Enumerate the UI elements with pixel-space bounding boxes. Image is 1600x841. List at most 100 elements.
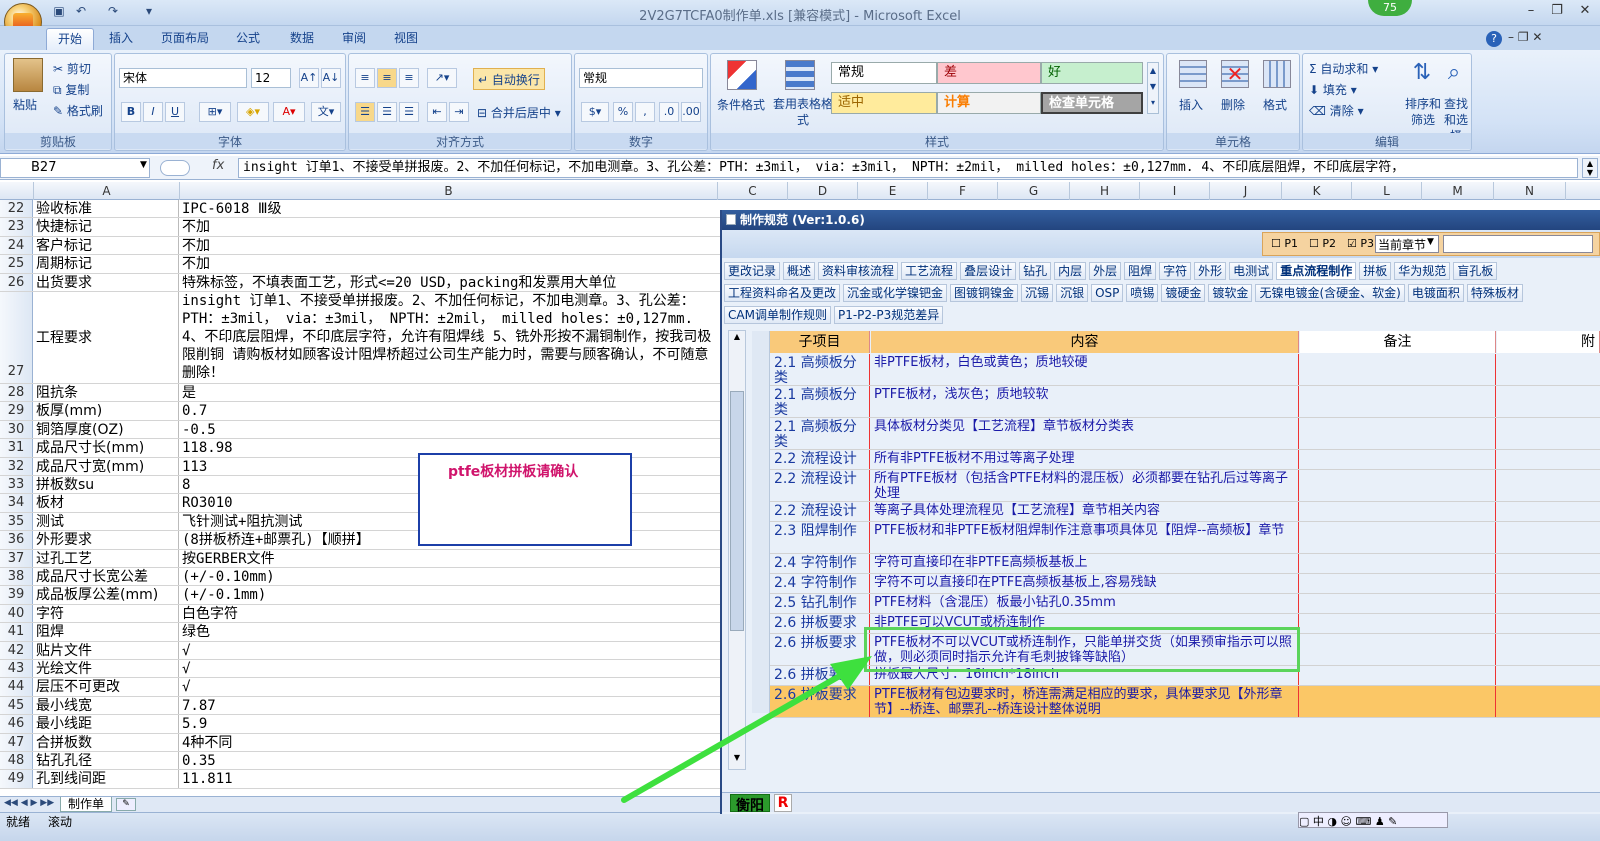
cell-value[interactable]: IPC-6018 Ⅲ级: [180, 200, 718, 217]
panel-tab[interactable]: P1-P2-P3规范差异: [833, 306, 944, 324]
spec-note[interactable]: [1300, 502, 1496, 521]
cell-label[interactable]: 板厚(mm): [34, 402, 179, 420]
column-header[interactable]: I: [1140, 182, 1210, 200]
formula-toggle-icon[interactable]: [160, 160, 190, 176]
cell-label[interactable]: 周期标记: [34, 255, 179, 273]
spec-row[interactable]: 2.4 字符制作 字符可直接印在非PTFE高频板基板上: [770, 554, 1600, 574]
cell-label[interactable]: 板材: [34, 494, 179, 512]
text-box[interactable]: ptfe板材拼板请确认: [418, 453, 632, 546]
font-color-icon[interactable]: A▾: [273, 102, 305, 122]
cell-label[interactable]: 铜箔厚度(OZ): [34, 420, 179, 439]
style-check-cell[interactable]: 检查单元格: [1041, 92, 1143, 114]
cell-label[interactable]: 最小线距: [34, 715, 179, 733]
panel-tab[interactable]: 更改记录: [724, 262, 781, 280]
spec-row[interactable]: 2.3 阻焊制作 PTFE板材和非PTFE板材阻焊制作注意事项具体见【阻焊--高频…: [770, 522, 1600, 554]
panel-tab[interactable]: 沉银: [1056, 284, 1089, 302]
cell-label[interactable]: 合拼板数: [34, 733, 179, 751]
panel-tab[interactable]: 电镀面积: [1407, 284, 1464, 302]
column-header[interactable]: A: [34, 182, 180, 200]
cell-label[interactable]: 成品尺寸长(mm): [34, 439, 179, 457]
align-middle-icon[interactable]: ≡: [377, 68, 397, 88]
save-icon[interactable]: ▣: [50, 4, 68, 22]
align-bottom-icon[interactable]: ≡: [399, 68, 419, 88]
panel-tab[interactable]: 钻孔: [1019, 262, 1052, 280]
sheet-nav-icon[interactable]: ◀◀ ◀ ▶ ▶▶: [4, 798, 54, 808]
spec-row[interactable]: 2.2 流程设计 所有PTFE板材（包括含PTFE材料的混压板）必须都要在钻孔后过…: [770, 470, 1600, 502]
spec-note[interactable]: [1300, 418, 1496, 449]
close-icon[interactable]: ✕: [1574, 3, 1596, 21]
row-number[interactable]: 30: [0, 420, 33, 439]
shrink-font-icon[interactable]: A↓: [321, 68, 341, 88]
style-bad[interactable]: 差: [937, 62, 1041, 84]
style-normal[interactable]: 常规: [831, 62, 937, 84]
panel-tab[interactable]: 特殊板材: [1466, 284, 1523, 302]
formula-expand-icon[interactable]: ▲ ▼: [1582, 158, 1598, 178]
cell-label[interactable]: 阻抗条: [34, 384, 179, 402]
decrease-indent-icon[interactable]: ⇤: [427, 102, 447, 122]
column-header[interactable]: E: [858, 182, 928, 200]
cell-value[interactable]: 绿色: [180, 623, 718, 640]
font-size-select[interactable]: 12: [251, 68, 291, 88]
cell-label[interactable]: 工程要求: [34, 292, 179, 383]
cell-value[interactable]: 0.7: [180, 402, 718, 419]
bold-button[interactable]: B: [121, 102, 141, 122]
font-name-select[interactable]: 宋体: [119, 68, 247, 88]
panel-search-input[interactable]: [1443, 235, 1593, 253]
row-number[interactable]: 31: [0, 439, 33, 457]
align-top-icon[interactable]: ≡: [355, 68, 375, 88]
italic-button[interactable]: I: [143, 102, 163, 122]
row-number[interactable]: 42: [0, 641, 33, 659]
decrease-decimal-icon[interactable]: .00: [681, 102, 701, 122]
cell-label[interactable]: 拼板数su: [34, 476, 179, 494]
cell-value[interactable]: 不加: [180, 218, 718, 235]
panel-tab[interactable]: 沉金或化学镍钯金: [843, 284, 948, 302]
sheet-tab[interactable]: 制作单: [60, 797, 112, 812]
tab-home[interactable]: 开始: [46, 28, 94, 50]
style-calculation[interactable]: 计算: [937, 92, 1041, 114]
cell-value[interactable]: (+/-0.10mm): [180, 568, 718, 585]
cell-label[interactable]: 字符: [34, 604, 179, 623]
cell-label[interactable]: 测试: [34, 512, 179, 531]
row-number[interactable]: 46: [0, 715, 33, 733]
panel-tab[interactable]: 无镍电镀金(含硬金、软金): [1255, 284, 1405, 302]
panel-tab[interactable]: 图镀铜镍金: [950, 284, 1019, 302]
tab-formulas[interactable]: 公式: [226, 28, 270, 50]
spec-row[interactable]: 2.6 拼板要求 PTFE板材有包边要求时，桥连需满足相应的要求，具体要求见【外形…: [770, 686, 1600, 718]
increase-decimal-icon[interactable]: .0: [659, 102, 679, 122]
insert-cells-button[interactable]: 插入: [1179, 96, 1203, 113]
panel-tab[interactable]: 华为规范: [1394, 262, 1451, 280]
cell-label[interactable]: 光绘文件: [34, 660, 179, 678]
row-number[interactable]: 29: [0, 402, 33, 420]
cell-label[interactable]: 客户标记: [34, 236, 179, 255]
row-number[interactable]: 23: [0, 218, 33, 236]
spec-note[interactable]: [1300, 522, 1496, 553]
spec-note[interactable]: [1300, 554, 1496, 573]
column-header[interactable]: K: [1282, 182, 1352, 200]
cell-label[interactable]: 贴片文件: [34, 641, 179, 659]
cell-label[interactable]: 快捷标记: [34, 218, 179, 236]
spec-note[interactable]: [1300, 594, 1496, 613]
cell-label[interactable]: 成品尺寸长宽公差: [34, 568, 179, 586]
row-number[interactable]: 22: [0, 200, 33, 218]
cell-label[interactable]: 外形要求: [34, 531, 179, 549]
row-number[interactable]: 44: [0, 678, 33, 696]
cell-label[interactable]: 过孔工艺: [34, 549, 179, 567]
panel-tab[interactable]: 字符: [1159, 262, 1192, 280]
cell-value[interactable]: insight 订单1、不接受单拼报废。2、不加任何标记，不加电测章。3、孔公差…: [180, 292, 718, 383]
fill-button[interactable]: ⬇ 填充 ▾: [1309, 81, 1357, 98]
styles-scroll-icon[interactable]: ▲ ▼ ▾: [1147, 62, 1159, 114]
row-number[interactable]: 32: [0, 457, 33, 475]
cell-label[interactable]: 阻焊: [34, 623, 179, 641]
style-neutral[interactable]: 适中: [831, 92, 937, 114]
panel-tab[interactable]: OSP: [1091, 284, 1124, 302]
panel-tab[interactable]: 外形: [1194, 262, 1227, 280]
panel-tab[interactable]: 重点流程制作: [1276, 262, 1357, 280]
column-header[interactable]: J: [1210, 182, 1282, 200]
spec-row[interactable]: 2.2 流程设计 所有非PTFE板材不用过等离子处理: [770, 450, 1600, 470]
panel-tab[interactable]: 电测试: [1229, 262, 1274, 280]
panel-tab[interactable]: 外层: [1089, 262, 1122, 280]
cell-value[interactable]: 按GERBER文件: [180, 550, 718, 567]
panel-tab[interactable]: 镀软金: [1208, 284, 1253, 302]
currency-icon[interactable]: $▾: [581, 102, 609, 122]
cell-value[interactable]: 是: [180, 384, 718, 401]
